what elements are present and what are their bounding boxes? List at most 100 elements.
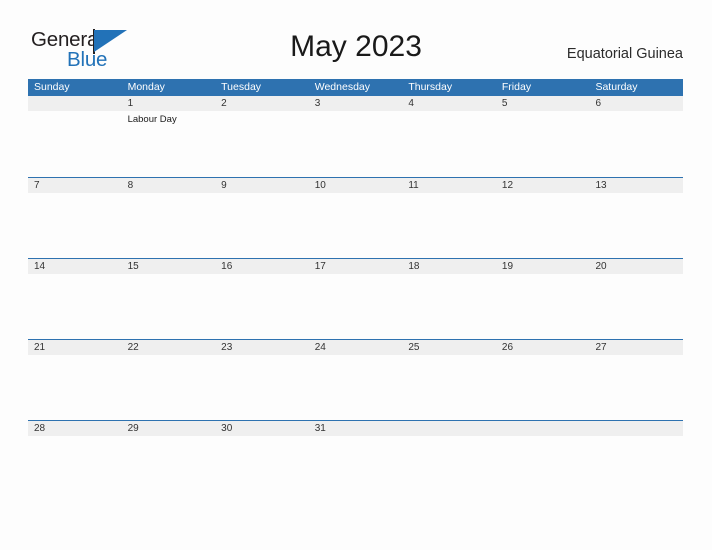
day-number: 11 [408,180,419,191]
day-number: 7 [34,180,40,191]
calendar-day-cell-empty [28,96,122,177]
calendar-day-cell[interactable]: 21 [28,340,122,420]
calendar-day-cell[interactable]: 25 [402,340,496,420]
day-number: 27 [595,342,607,353]
calendar-grid: Sunday Monday Tuesday Wednesday Thursday… [28,79,683,501]
day-number: 1 [127,98,134,109]
calendar-day-cell[interactable]: 14 [28,259,122,339]
day-events [34,111,122,113]
day-number: 30 [221,423,233,434]
calendar-week-row: 1 Labour Day 2 3 4 5 6 [28,96,683,177]
calendar-day-cell[interactable]: 16 [215,259,309,339]
day-number: 16 [221,261,233,272]
day-number: 9 [221,180,227,191]
calendar-day-cell[interactable]: 5 [496,96,590,177]
calendar-day-cell[interactable]: 8 [122,178,216,258]
calendar-day-cell[interactable]: 22 [122,340,216,420]
day-events [502,111,590,113]
calendar-day-cell[interactable]: 30 [215,421,309,501]
day-events [221,111,309,113]
day-number: 13 [595,180,607,191]
day-of-week-header-row: Sunday Monday Tuesday Wednesday Thursday… [28,79,683,96]
calendar-day-cell[interactable]: 17 [309,259,403,339]
day-events [315,436,403,438]
day-header-saturday: Saturday [595,81,638,93]
day-events [408,193,496,195]
day-number: 8 [127,180,134,191]
calendar-day-cell[interactable]: 7 [28,178,122,258]
day-header-wednesday: Wednesday [314,81,370,93]
day-header-sunday: Sunday [34,81,70,93]
calendar-day-cell[interactable]: 15 [122,259,216,339]
calendar-day-cell[interactable]: 10 [309,178,403,258]
day-events [221,355,309,357]
calendar-day-cell[interactable]: 9 [215,178,309,258]
day-events [315,111,403,113]
calendar-day-cell[interactable]: 29 [122,421,216,501]
calendar-day-cell[interactable]: 24 [309,340,403,420]
calendar-day-cell-empty [589,421,683,501]
calendar-weeks: 1 Labour Day 2 3 4 5 6 7 8 9 10 11 12 13 14 15 16 17 18 19 2… [28,96,683,501]
day-number: 26 [501,342,514,353]
day-events [595,111,683,113]
day-number: 10 [314,180,326,191]
day-number [502,421,590,436]
day-events [502,436,590,438]
calendar-day-cell[interactable]: 28 [28,421,122,501]
calendar-week-row: 21 22 23 24 25 26 27 [28,339,683,420]
calendar-day-cell[interactable]: 19 [496,259,590,339]
day-number: 22 [127,342,139,353]
day-events [408,111,496,113]
calendar-day-cell[interactable]: 27 [589,340,683,420]
country-label: Equatorial Guinea [566,46,683,62]
day-number: 4 [408,98,414,109]
day-number: 5 [501,98,508,109]
day-header-thursday: Thursday [408,81,453,93]
day-events [128,436,216,438]
calendar-page: General Blue May 2023 Equatorial Guinea … [0,0,712,550]
day-number: 12 [501,180,514,191]
day-events [221,193,309,195]
day-events [595,274,683,276]
day-events [408,436,496,438]
day-events [221,436,309,438]
calendar-day-cell[interactable]: 11 [402,178,496,258]
calendar-day-cell-empty [496,421,590,501]
page-header: General Blue May 2023 Equatorial Guinea [0,0,712,78]
day-number: 2 [221,98,227,109]
day-number: 23 [221,342,233,353]
day-events [34,193,122,195]
calendar-day-cell[interactable]: 20 [589,259,683,339]
calendar-day-cell[interactable]: 12 [496,178,590,258]
day-events [408,274,496,276]
day-number: 31 [314,423,326,434]
calendar-day-cell[interactable]: 26 [496,340,590,420]
day-events [502,274,590,276]
calendar-day-cell[interactable]: 1 Labour Day [122,96,216,177]
calendar-day-cell[interactable]: 18 [402,259,496,339]
day-events [34,355,122,357]
day-number: 28 [34,423,46,434]
calendar-day-cell[interactable]: 2 [215,96,309,177]
day-number: 14 [34,261,46,272]
calendar-day-cell[interactable]: 23 [215,340,309,420]
calendar-day-cell[interactable]: 4 [402,96,496,177]
day-number [595,421,683,436]
calendar-day-cell[interactable]: 3 [309,96,403,177]
day-number: 17 [314,261,326,272]
day-number: 18 [408,261,420,272]
day-events [128,355,216,357]
day-number: 20 [595,261,607,272]
day-events [595,436,683,438]
calendar-day-cell[interactable]: 13 [589,178,683,258]
calendar-day-cell[interactable]: 6 [589,96,683,177]
day-number [34,96,122,111]
holiday-event-label: Labour Day [127,114,177,125]
calendar-week-row: 7 8 9 10 11 12 13 [28,177,683,258]
day-header-monday: Monday [127,81,165,93]
day-number: 3 [314,98,321,109]
day-events: Labour Day [128,111,216,126]
day-number [408,421,496,436]
day-events [315,193,403,195]
calendar-day-cell[interactable]: 31 [309,421,403,501]
